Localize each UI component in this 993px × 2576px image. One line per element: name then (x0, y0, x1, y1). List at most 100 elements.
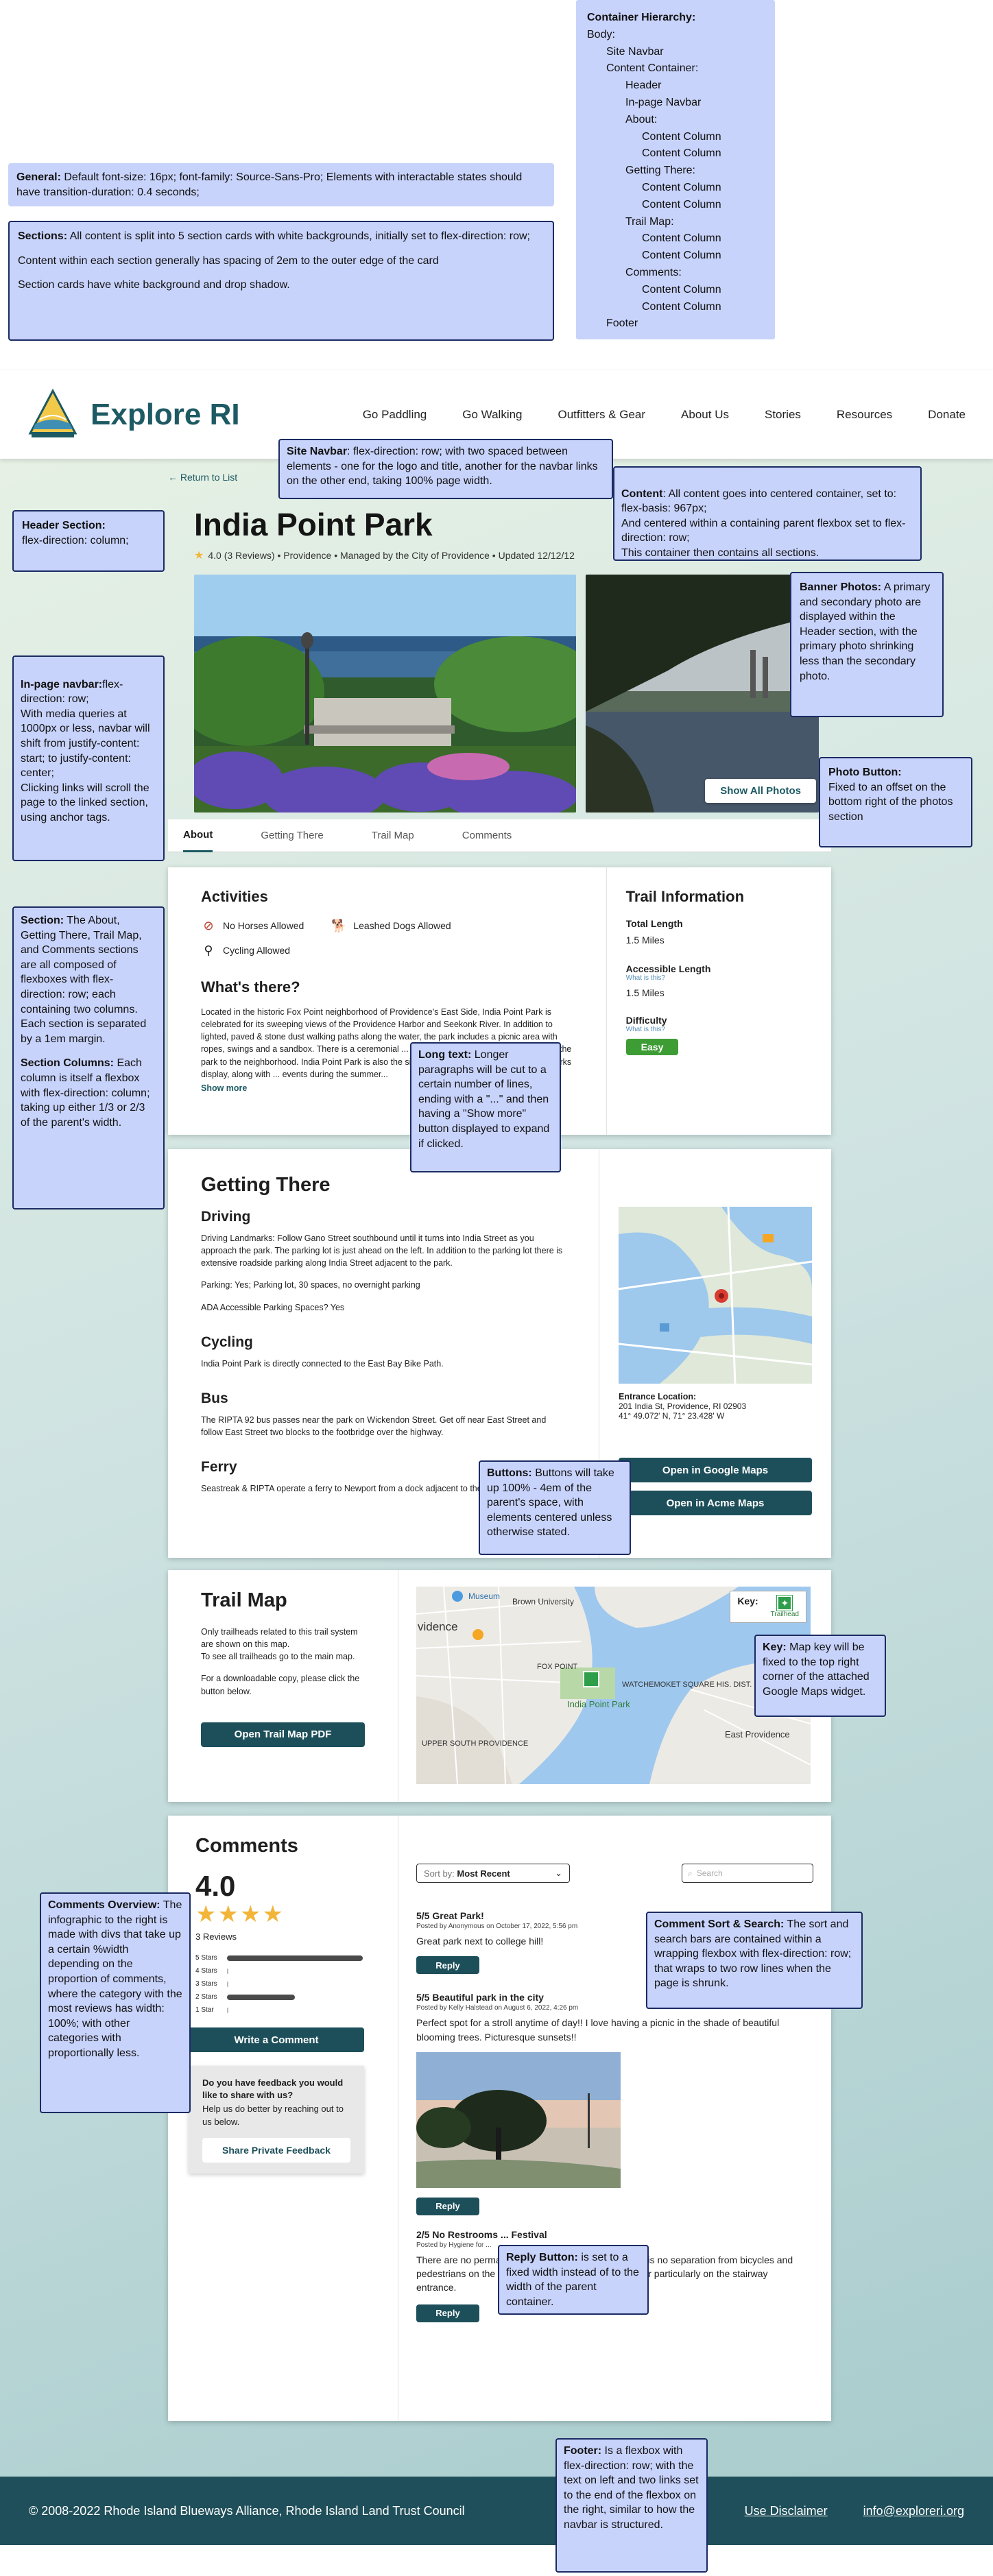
search-icon: ⌕ (688, 1868, 693, 1878)
map-label-watchemoket: WATCHEMOKET SQUARE HIS. DIST. (622, 1681, 752, 1689)
hierarchy-item: Content Column (642, 250, 721, 262)
nav-go-paddling[interactable]: Go Paddling (363, 408, 427, 422)
open-acme-maps-button[interactable]: Open in Acme Maps (619, 1491, 812, 1515)
comment-toolbar: Sort by: Most Recent ⌄ ⌕ Search (416, 1864, 813, 1883)
tab-about[interactable]: About (183, 819, 213, 852)
hierarchy-item: Content Column (642, 232, 721, 245)
section-note: Section: The About, Getting There, Trail… (12, 906, 165, 1209)
reply-button[interactable]: Reply (416, 2197, 479, 2215)
hierarchy-item: Header (625, 80, 662, 92)
bus-text: The RIPTA 92 bus passes near the park on… (201, 1415, 547, 1437)
header-section-note: Header Section: flex-direction: column; (12, 510, 165, 572)
note-label: Photo Button: (828, 767, 902, 778)
site-navbar-note: Site Navbar: flex-direction: row; with t… (278, 439, 613, 499)
note-text: The infographic to the right is made wit… (48, 1899, 182, 2059)
nav-outfitters[interactable]: Outfitters & Gear (558, 408, 646, 422)
trail-map-text: Only trailheads related to this trail sy… (201, 1627, 358, 1662)
secondary-photo[interactable] (586, 575, 819, 812)
hierarchy-title: Container Hierarchy: (587, 12, 696, 23)
note-text: Fixed to an offset on the bottom right o… (828, 781, 953, 823)
use-disclaimer-link[interactable]: Use Disclaimer (745, 2504, 828, 2518)
primary-photo[interactable] (194, 575, 576, 812)
tab-trail-map[interactable]: Trail Map (372, 820, 414, 851)
activities-heading: Activities (201, 888, 268, 905)
nav-go-walking[interactable]: Go Walking (462, 408, 522, 422)
note-text: flex-direction: column; (22, 534, 129, 546)
note-label: Header Section: (22, 520, 106, 531)
amenity-cycling: ⚲ Cycling Allowed (201, 943, 573, 958)
amenity-label: No Horses Allowed (223, 920, 304, 931)
map-label-brown: Brown University (512, 1597, 574, 1606)
hierarchy-item: Content Column (642, 130, 721, 143)
location-map[interactable] (618, 1206, 813, 1384)
hierarchy-item: Site Navbar (606, 45, 664, 58)
banner-photos: Show All Photos (194, 575, 831, 812)
note-text: Content within each section generally ha… (18, 254, 439, 267)
difficulty-badge: Easy (625, 1039, 679, 1055)
note-text: : All content goes into centered contain… (621, 487, 906, 559)
map-label-fox-point: FOX POINT (537, 1663, 578, 1671)
note-label: Content (621, 487, 663, 500)
reply-button[interactable]: Reply (416, 1956, 479, 1975)
search-box[interactable]: ⌕ Search (682, 1864, 813, 1883)
trail-info-column: Trail Information Total Length 1.5 Miles… (607, 867, 831, 1135)
rating-bar-track (227, 2007, 363, 2013)
hierarchy-item: Content Container: (606, 62, 699, 75)
nav-stories[interactable]: Stories (765, 408, 801, 422)
star-rating: ★★★★ (195, 1903, 370, 1926)
driving-heading: Driving (201, 1209, 251, 1225)
hierarchy-item: Content Column (642, 198, 721, 210)
note-label: Long text: (418, 1049, 472, 1061)
note-text: flex-direction: row; With media queries … (21, 678, 150, 823)
what-is-this-link[interactable]: What is this? (626, 1026, 812, 1033)
buttons-note: Buttons: Buttons will take up 100% - 4em… (479, 1460, 631, 1555)
open-google-maps-button[interactable]: Open in Google Maps (619, 1458, 812, 1482)
share-private-feedback-button[interactable]: Share Private Feedback (202, 2137, 350, 2163)
reply-button[interactable]: Reply (416, 2304, 479, 2322)
rating-bar-label: 3 Stars (195, 1980, 217, 1988)
trailhead-icon: ✦ (776, 1595, 793, 1611)
nav-resources[interactable]: Resources (837, 408, 892, 422)
comment-title: 2/5 No Restrooms ... Festival (416, 2228, 547, 2240)
comment-body: Perfect spot for a stroll anytime of day… (416, 2017, 780, 2043)
driving-text: Driving Landmarks: Follow Gano Street so… (201, 1233, 563, 1268)
footer-note: Footer: Is a flexbox with flex-direction… (555, 2438, 708, 2573)
amenity-label: Cycling Allowed (223, 945, 291, 956)
location-column: Entrance Location: 201 India St, Provide… (599, 1149, 831, 1558)
sort-dropdown[interactable]: Sort by: Most Recent ⌄ (416, 1864, 570, 1883)
rating-bar-fill (227, 1955, 363, 1961)
email-link[interactable]: info@exploreri.org (863, 2504, 964, 2518)
hierarchy-item: About: (625, 113, 658, 125)
hierarchy-item: Content Column (642, 181, 721, 193)
tab-getting-there[interactable]: Getting There (261, 820, 323, 851)
map-key: Key: ✦ Trailhead (730, 1591, 806, 1623)
note-text: A primary and secondary photo are displa… (800, 581, 931, 682)
rating-bar-fill (227, 1968, 228, 1974)
dog-icon: 🐕 (331, 918, 347, 932)
map-label-museum: Museum (468, 1591, 500, 1601)
rating-bar-track (227, 1994, 363, 2000)
note-label: General: (16, 171, 61, 183)
comments-section: Comments 4.0 ★★★★ 3 Reviews 5 Stars 4 Sta… (168, 1816, 831, 2421)
entrance-coords: 41° 49.072' N, 71° 23.428' W (619, 1411, 725, 1421)
logo-group[interactable]: Explore RI (27, 388, 240, 442)
nav-donate[interactable]: Donate (928, 408, 966, 422)
nav-about-us[interactable]: About Us (681, 408, 729, 422)
copyright-text: © 2008-2022 Rhode Island Blueways Allian… (29, 2503, 465, 2518)
whats-there-heading: What's there? (201, 978, 300, 996)
trail-map-widget[interactable]: Museum Brown University vidence FOX POIN… (416, 1587, 811, 1784)
note-label: Section: (21, 915, 64, 926)
write-comment-button[interactable]: Write a Comment (189, 2027, 364, 2052)
search-placeholder: Search (696, 1868, 723, 1878)
what-is-this-link[interactable]: What is this? (626, 974, 812, 982)
note-label: Footer: (564, 2445, 602, 2457)
note-label: Site Navbar (287, 446, 348, 457)
star-icon: ★ (195, 1901, 218, 1927)
show-all-photos-button[interactable]: Show All Photos (705, 779, 816, 803)
comment-photo[interactable] (416, 2051, 621, 2188)
open-trail-map-pdf-button[interactable]: Open Trail Map PDF (201, 1722, 365, 1747)
note-label: Comments Overview: (48, 1899, 160, 1911)
average-score: 4.0 (195, 1870, 236, 1902)
trail-map-heading: Trail Map (201, 1589, 287, 1611)
tab-comments[interactable]: Comments (462, 820, 512, 851)
